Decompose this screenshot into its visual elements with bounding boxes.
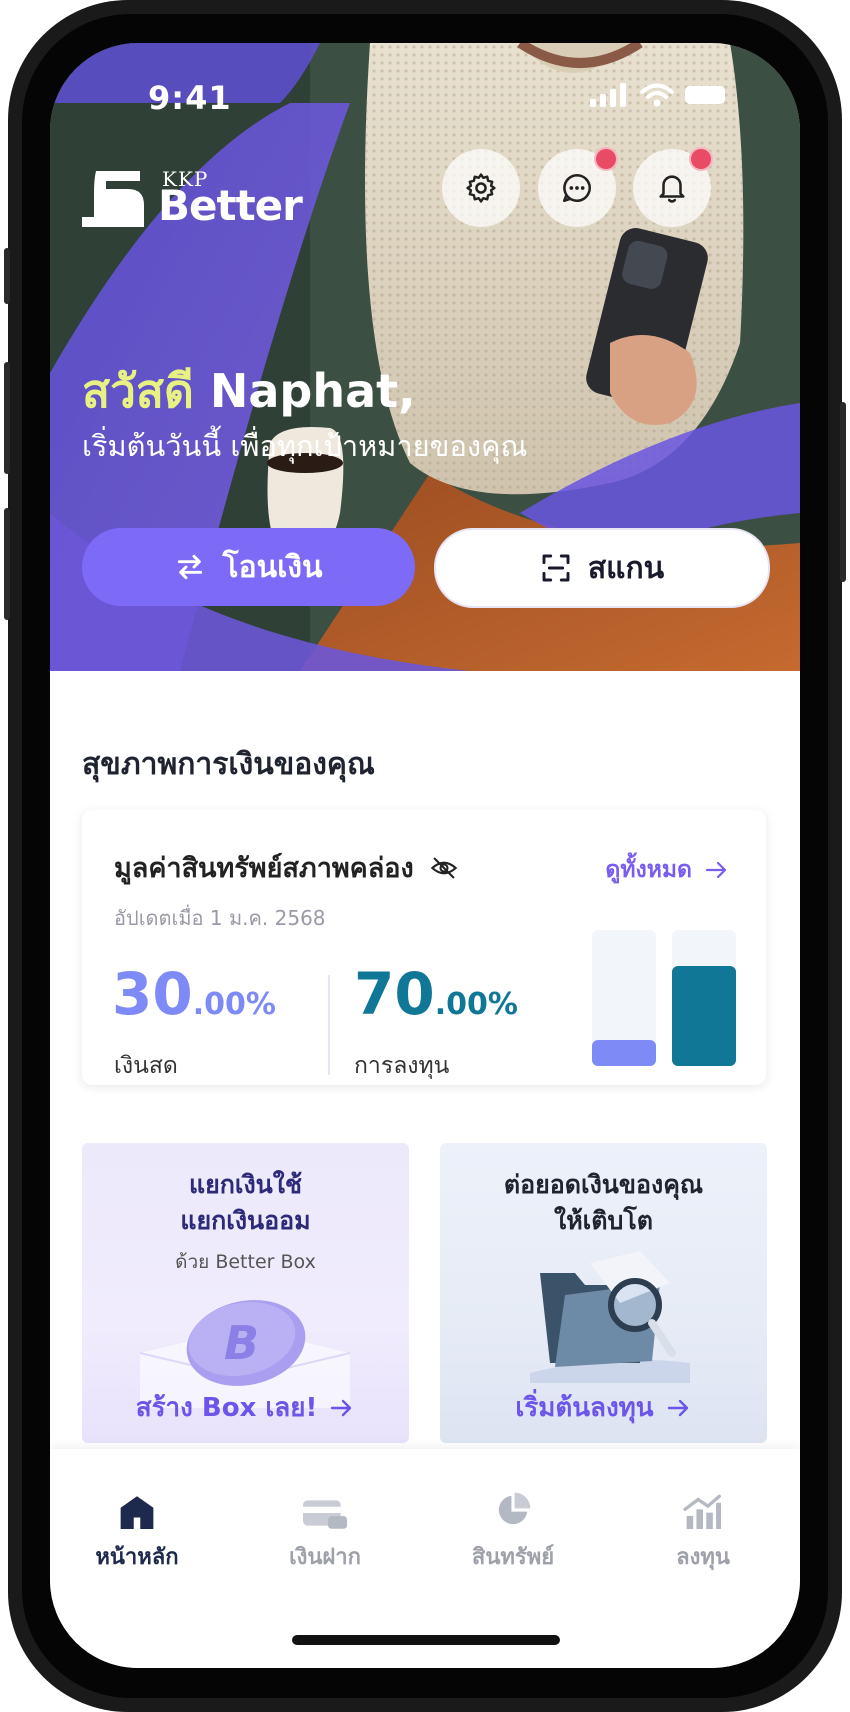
svg-text:B: B [224,1316,259,1370]
action-button [4,248,10,304]
nav-label-invest: ลงทุน [676,1545,730,1570]
power-button [840,402,846,582]
app-screen: 9:41 KKP Better สวัสดี Naphat, เริ่มต้นว… [50,43,800,1668]
liquid-assets-card: มูลค่าสินทรัพย์สภาพคล่อง ดูทั้งหมด อัปเด… [82,810,766,1085]
better-box-subtitle: ด้วย Better Box [175,1251,316,1273]
invest-title-line2: ให้เติบโต [554,1206,653,1235]
notifications-badge [689,147,713,171]
volume-down-button [4,508,10,620]
greeting-hello: สวัสดี [82,364,194,418]
nav-label-home: หน้าหลัก [95,1545,179,1570]
logo-better-text: Better [158,181,303,230]
status-time: 9:41 [148,79,232,117]
deposit-card-icon [250,1489,400,1529]
messages-button[interactable] [538,147,618,227]
last-updated-text: อัปเดตเมื่อ 1 ม.ค. 2568 [114,906,326,930]
invest-promo-card[interactable]: ต่อยอดเงินของคุณ ให้เติบโต เริ่มต้นลงทุน [440,1143,767,1443]
bar-chart-up-icon [628,1489,778,1529]
battery-icon [685,86,725,104]
start-investing-cta[interactable]: เริ่มต้นลงทุน [440,1387,767,1428]
nav-item-assets[interactable]: สินทรัพย์ [438,1489,588,1574]
arrow-right-icon [705,861,727,879]
status-icons [590,83,728,107]
scan-icon [542,554,570,582]
messages-badge [594,147,618,171]
arrow-right-icon [667,1399,688,1416]
chat-icon [562,173,591,203]
view-all-label: ดูทั้งหมด [605,857,692,883]
cash-percent-dec: .00% [192,987,276,1022]
wifi-icon [640,83,674,107]
home-indicator [292,1635,560,1645]
greeting-name: Naphat, [209,364,416,418]
investment-label: การลงทุน [354,1053,450,1079]
liquid-assets-title-row: มูลค่าสินทรัพย์สภาพคล่อง [114,846,460,889]
nav-item-invest[interactable]: ลงทุน [628,1489,778,1574]
nav-label-assets: สินทรัพย์ [471,1545,555,1570]
better-box-promo-title: แยกเงินใช้ แยกเงินออม [82,1167,409,1239]
cash-bar-track [592,930,656,1066]
invest-title-line1: ต่อยอดเงินของคุณ [503,1170,704,1199]
eye-off-icon[interactable] [428,854,460,882]
transfer-button[interactable]: โอนเงิน [82,528,415,606]
better-box-title-line2: แยกเงินออม [180,1206,311,1235]
invest-promo-title: ต่อยอดเงินของคุณ ให้เติบโต [440,1167,767,1239]
transfer-arrows-icon [178,554,203,580]
pie-chart-icon [438,1489,588,1529]
cash-bar-fill [592,1040,656,1066]
status-bar: 9:41 [50,43,800,143]
stats-divider [328,975,330,1075]
cash-label: เงินสด [114,1053,178,1079]
bell-icon [659,175,685,203]
nav-label-deposit: เงินฝาก [289,1545,361,1570]
folder-magnifier-illustration [530,1251,690,1383]
cash-percent-int: 30 [112,960,193,1028]
start-investing-cta-label: เริ่มต้นลงทุน [515,1393,654,1423]
cellular-signal-icon [590,83,626,107]
notifications-button[interactable] [633,147,713,227]
volume-up-button [4,362,10,474]
cash-percentage: 30.00% [112,960,276,1028]
settings-button[interactable] [442,149,520,227]
invest-percent-int: 70 [354,960,435,1028]
better-box-promo-card[interactable]: แยกเงินใช้ แยกเงินออม ด้วย Better Box B … [82,1143,409,1443]
invest-percent-dec: .00% [434,987,518,1022]
arrow-right-icon [331,1399,352,1416]
greeting-subtitle: เริ่มต้นวันนี้ เพื่อทุกเป้าหมายของคุณ [82,429,528,463]
investment-percentage: 70.00% [354,960,518,1028]
investment-bar-fill [672,966,736,1066]
better-box-title-line1: แยกเงินใช้ [189,1170,302,1199]
investment-bar-track [672,930,736,1066]
gear-icon [466,173,496,203]
nav-item-deposit[interactable]: เงินฝาก [250,1489,400,1574]
kkp-better-logo: KKP Better [82,167,303,233]
view-all-link[interactable]: ดูทั้งหมด [605,852,730,888]
liquid-assets-title: มูลค่าสินทรัพย์สภาพคล่อง [114,853,414,884]
hero-banner: 9:41 KKP Better สวัสดี Naphat, เริ่มต้นว… [50,43,800,671]
create-box-cta-label: สร้าง Box เลย! [135,1393,318,1423]
nav-item-home[interactable]: หน้าหลัก [62,1489,212,1574]
scan-button-label: สแกน [587,550,665,586]
transfer-button-label: โอนเงิน [222,549,323,585]
scan-button[interactable]: สแกน [434,528,770,608]
financial-health-section-title: สุขภาพการเงินของคุณ [82,747,375,782]
home-icon [62,1489,212,1529]
create-box-cta[interactable]: สร้าง Box เลย! [82,1387,409,1428]
greeting-title: สวัสดี Naphat, [82,355,416,428]
